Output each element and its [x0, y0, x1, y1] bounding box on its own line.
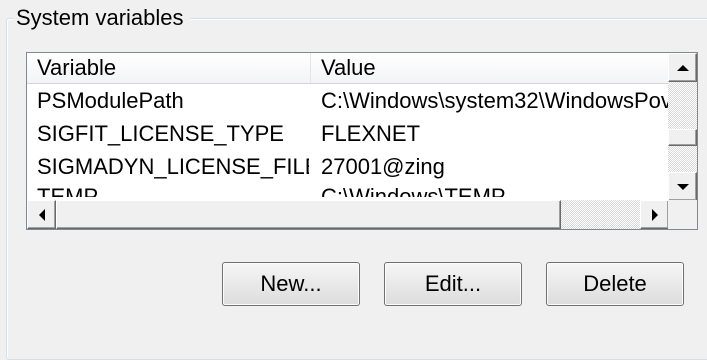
scroll-down-button[interactable]	[668, 172, 697, 201]
list-item[interactable]: SIGMADYN_LICENSE_FILE 27001@zing	[27, 150, 669, 183]
delete-button[interactable]: Delete	[546, 262, 684, 306]
arrow-down-icon	[676, 183, 689, 190]
edit-button[interactable]: Edit...	[384, 262, 522, 306]
system-variables-list[interactable]: Variable Value PSModulePath C:\Windows\s…	[26, 52, 698, 230]
column-header-variable[interactable]: Variable	[27, 53, 311, 83]
variable-name: SIGFIT_LICENSE_TYPE	[37, 121, 284, 146]
vertical-scroll-thumb[interactable]	[668, 129, 697, 146]
variable-value: FLEXNET	[321, 121, 421, 146]
vertical-scrollbar[interactable]	[668, 53, 697, 201]
horizontal-scroll-thumb[interactable]	[56, 200, 561, 229]
arrow-right-icon	[651, 208, 658, 221]
column-header-value[interactable]: Value	[311, 53, 669, 83]
horizontal-scrollbar[interactable]	[27, 200, 669, 229]
list-item[interactable]: SIGFIT_LICENSE_TYPE FLEXNET	[27, 117, 669, 150]
arrow-left-icon	[38, 208, 45, 221]
scroll-right-button[interactable]	[640, 200, 669, 229]
variable-name: SIGMADYN_LICENSE_FILE	[37, 154, 309, 179]
arrow-up-icon	[676, 64, 689, 71]
variable-value: C:\Windows\TEMP	[321, 184, 506, 197]
scroll-left-button[interactable]	[27, 200, 56, 229]
new-button[interactable]: New...	[222, 262, 360, 306]
list-item[interactable]: TEMP C:\Windows\TEMP	[27, 183, 669, 197]
variable-value: 27001@zing	[321, 154, 445, 179]
group-title: System variables	[14, 4, 190, 32]
list-item[interactable]: PSModulePath C:\Windows\system32\Windows…	[27, 84, 669, 117]
list-header: Variable Value	[27, 53, 669, 84]
variable-name: PSModulePath	[37, 88, 184, 113]
variable-value: C:\Windows\system32\WindowsPov	[321, 88, 669, 113]
scroll-up-button[interactable]	[668, 53, 697, 82]
scrollbar-corner	[668, 200, 697, 229]
list-rows: PSModulePath C:\Windows\system32\Windows…	[27, 84, 669, 197]
variable-name: TEMP	[37, 184, 99, 197]
